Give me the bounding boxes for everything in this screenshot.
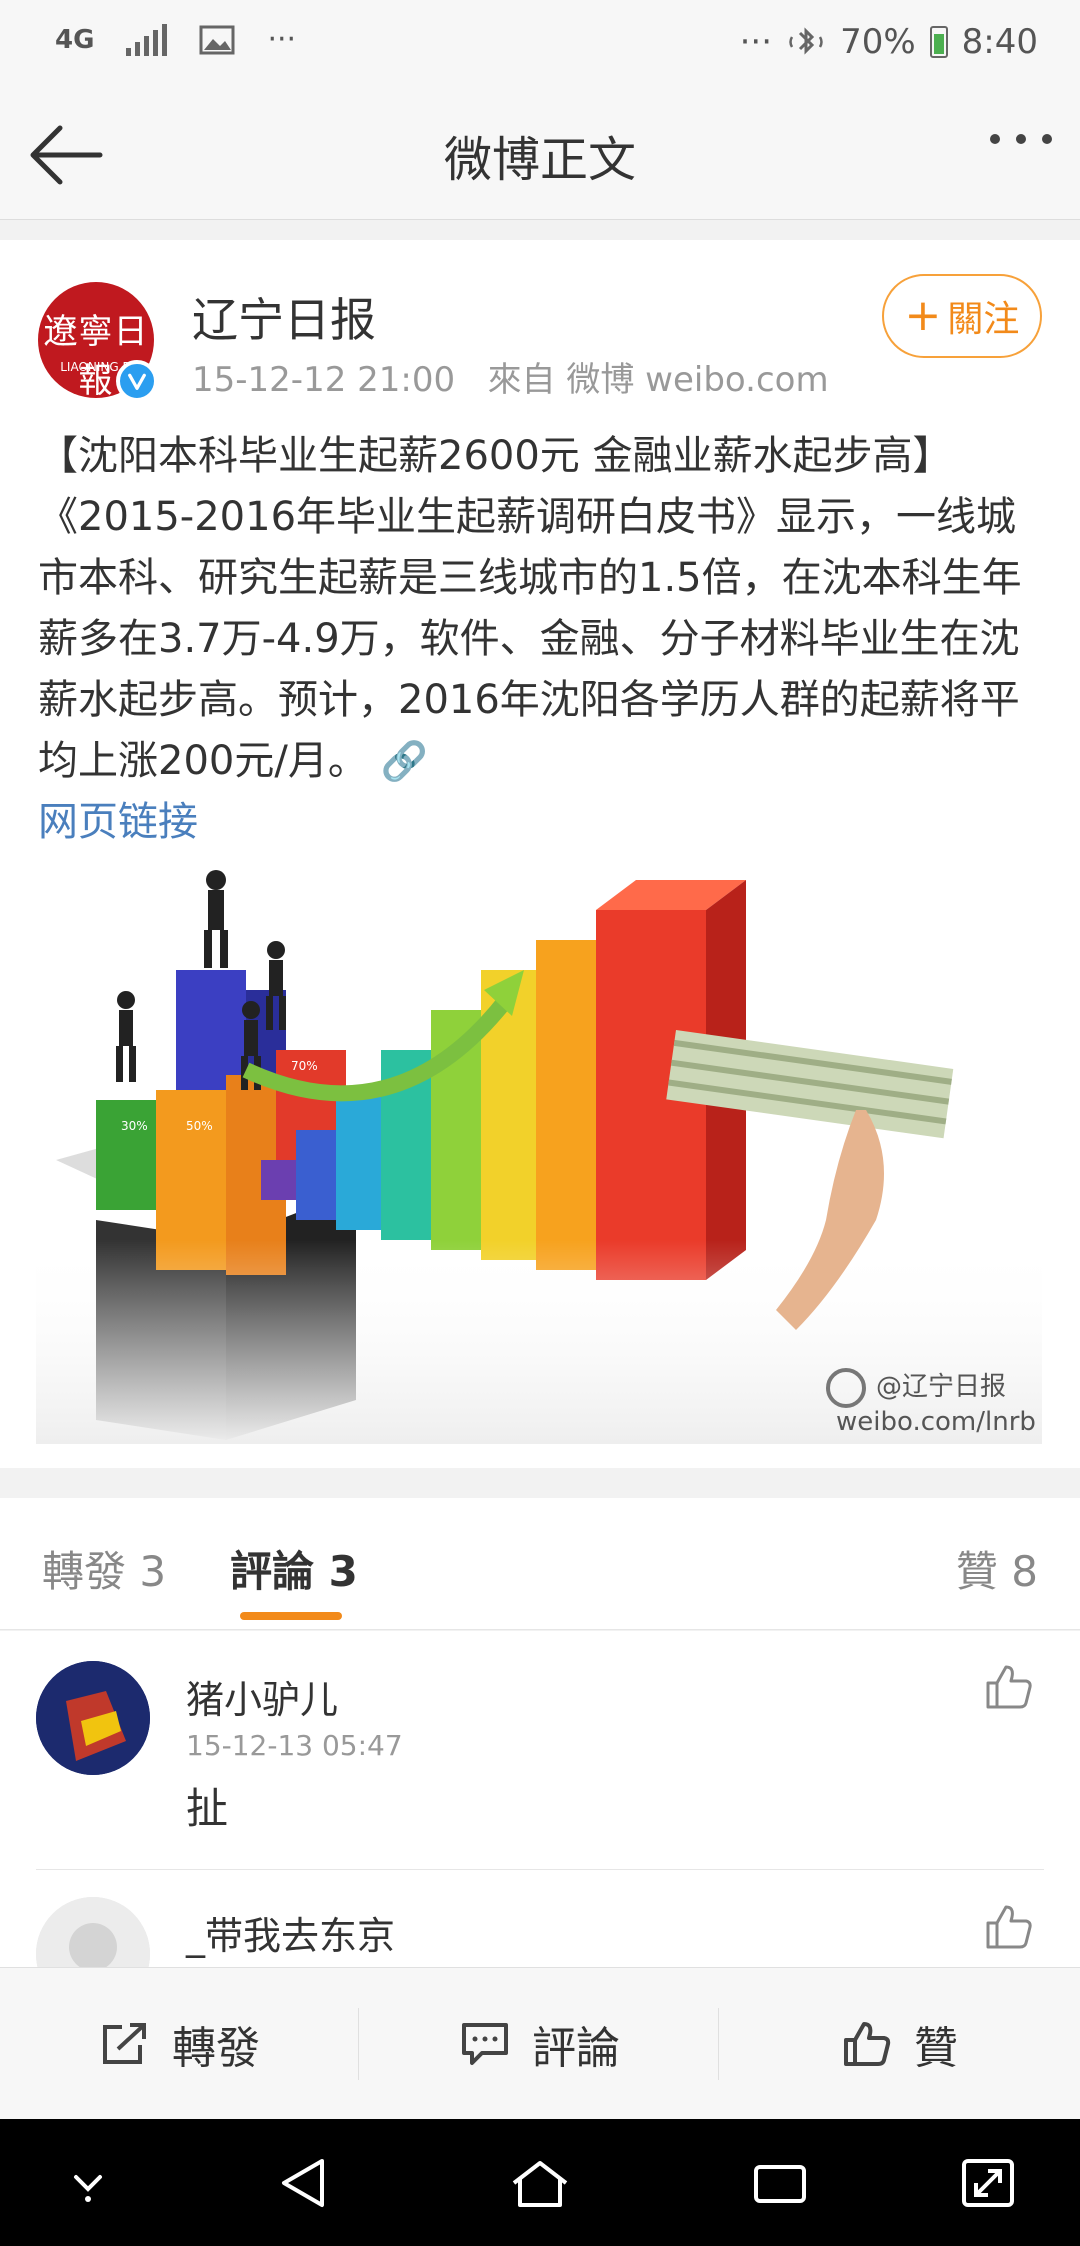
plus-icon: + [904,290,942,341]
salary-growth-illustration: 30% 50% 70% @辽宁日报 weibo.com/lnrb [36,860,1042,1444]
network-indicator: 4G [55,24,95,55]
comment-icon [462,2023,508,2065]
back-icon[interactable] [272,2153,336,2213]
comment-label: 評論 [532,2023,620,2074]
status-bar: 4G ··· ··· 70% 8:40 [0,0,1080,90]
comment-like-icon[interactable] [984,1663,1034,1711]
comment-divider [36,1869,1044,1870]
commenter-avatar[interactable] [36,1661,150,1775]
more-status-icon: ··· [739,22,773,62]
tab-comments[interactable]: 評論 3 [230,1538,358,1599]
action-divider [358,2008,359,2080]
follow-label: 關注 [947,299,1020,340]
link-icon: 🔗 [380,739,428,783]
follow-button[interactable]: + 關注 [882,274,1042,358]
repost-icon [103,2023,146,2064]
like-label: 贊 [914,2023,958,2074]
battery-percent: 70% [840,22,916,62]
action-divider [718,2008,719,2080]
watermark-handle: @辽宁日报 [876,1372,1006,1402]
page-title: 微博正文 [443,132,636,188]
commenter-name[interactable]: _带我去东京 [186,1905,395,1960]
bar-label-50: 50% [186,1119,213,1133]
signal-icon [126,23,168,56]
comment-item: _带我去东京 [0,1871,1080,1967]
tab-reposts[interactable]: 轉發 3 [42,1538,166,1599]
image-icon [199,25,235,54]
active-tab-indicator [240,1612,342,1620]
feedback-tabs: 轉發 3 評論 3 贊 8 [0,1498,1080,1630]
hide-keyboard-icon[interactable] [56,2153,120,2213]
comment-text: 扯 [186,1784,229,1833]
battery-icon [929,26,948,58]
like-icon [844,2022,891,2066]
verified-badge-icon [116,360,158,402]
post-meta: 15-12-12 21:00 來自 微博 weibo.com [192,352,829,401]
comment-list: 猪小驴儿 15-12-13 05:47 扯 _带我去东京 [0,1631,1080,1967]
tab-likes[interactable]: 贊 8 [956,1538,1038,1599]
recent-apps-icon[interactable] [748,2153,812,2213]
home-icon[interactable] [508,2153,572,2213]
action-bar: 轉發 評論 贊 [0,1967,1080,2119]
post-body: 【沈阳本科毕业生起薪2600元 金融业薪水起步高】《2015-2016年毕业生起… [38,426,1048,853]
comment-like-icon[interactable] [984,1903,1034,1951]
system-nav-bar [0,2119,1080,2246]
post-timestamp: 15-12-12 21:00 [192,360,456,400]
comment-time: 15-12-13 05:47 [186,1729,403,1762]
repost-button[interactable]: 轉發 [0,1968,360,2120]
web-link[interactable]: 网页链接 [38,799,198,845]
post-source: 來自 微博 weibo.com [487,360,829,400]
comment-item: 猪小驴儿 15-12-13 05:47 扯 [0,1631,1080,1871]
repost-label: 轉發 [172,2023,260,2074]
post-body-text: 【沈阳本科毕业生起薪2600元 金融业薪水起步高】《2015-2016年毕业生起… [38,433,1022,784]
watermark-url: weibo.com/lnrb [836,1407,1036,1437]
comment-button[interactable]: 評論 [360,1968,720,2120]
commenter-avatar[interactable] [36,1897,150,1967]
bar-label-70: 70% [291,1059,318,1073]
nav-bar: 微博正文 [0,90,1080,220]
author-avatar[interactable]: 遼寧日報 LIAONING D [38,282,158,402]
more-options-icon[interactable] [990,134,1052,144]
post-card: 遼寧日報 LIAONING D 辽宁日报 15-12-12 21:00 來自 微… [0,240,1080,1468]
author-name[interactable]: 辽宁日报 [192,284,376,350]
post-image[interactable]: 30% 50% 70% @辽宁日报 weibo.com/lnrb [36,860,1042,1444]
like-button[interactable]: 贊 [720,1968,1080,2120]
bluetooth-icon [789,27,823,55]
expand-screen-icon[interactable] [956,2153,1020,2213]
more-notifications-icon: ··· [267,22,297,57]
clock: 8:40 [961,22,1038,62]
bar-label-30: 30% [121,1119,148,1133]
commenter-name[interactable]: 猪小驴儿 [186,1669,338,1724]
